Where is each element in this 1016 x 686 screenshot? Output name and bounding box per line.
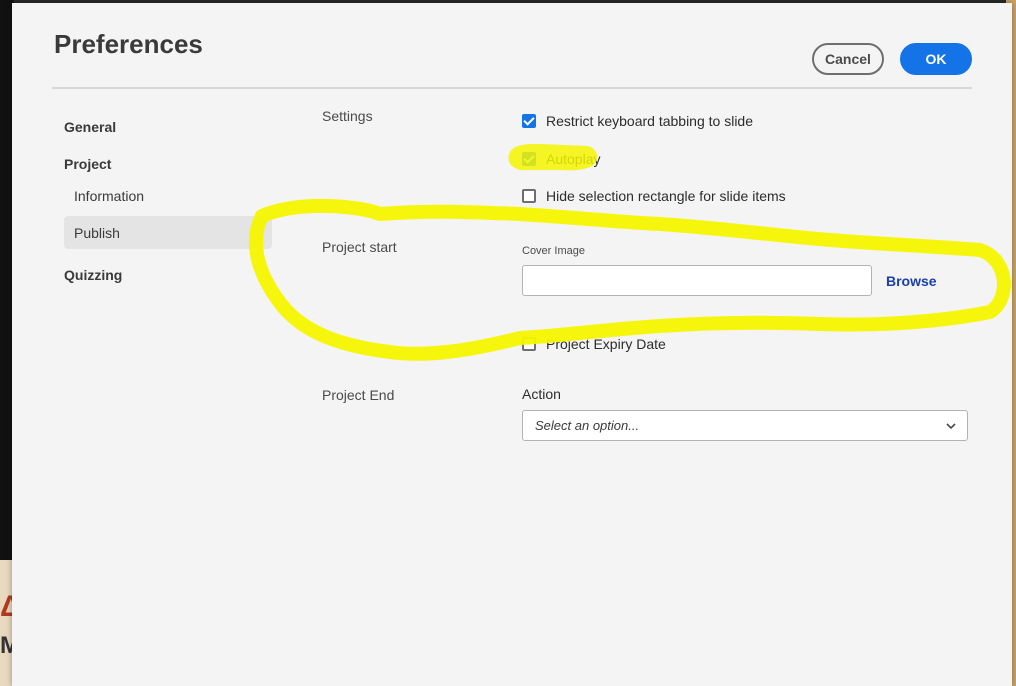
sidebar-item-information[interactable]: Information [74, 188, 144, 204]
expiry-label: Project Expiry Date [546, 336, 666, 352]
action-select[interactable]: Select an option... [522, 410, 968, 441]
ok-button[interactable]: OK [900, 43, 972, 75]
sidebar-item-label: Publish [74, 225, 120, 241]
autoplay-checkbox-row[interactable]: Autoplay [522, 151, 600, 167]
cover-image-input[interactable] [522, 265, 872, 296]
hide-selection-checkbox-row[interactable]: Hide selection rectangle for slide items [522, 188, 786, 204]
restrict-tabbing-label: Restrict keyboard tabbing to slide [546, 113, 753, 129]
restrict-tabbing-checkbox[interactable] [522, 114, 536, 128]
restrict-tabbing-checkbox-row[interactable]: Restrict keyboard tabbing to slide [522, 113, 753, 129]
browse-button[interactable]: Browse [886, 273, 937, 289]
sidebar-item-project[interactable]: Project [64, 156, 111, 172]
autoplay-label: Autoplay [546, 151, 601, 167]
preferences-dialog: Preferences Cancel OK General Project In… [12, 3, 1012, 686]
expiry-checkbox[interactable] [522, 337, 536, 351]
section-label-project-end: Project End [322, 387, 395, 403]
section-label-settings: Settings [322, 108, 373, 124]
sidebar-item-general[interactable]: General [64, 119, 116, 135]
action-select-value: Select an option... [535, 418, 640, 433]
header-divider [52, 87, 972, 89]
sidebar-item-publish[interactable]: Publish [64, 216, 272, 249]
chevron-down-icon [946, 423, 956, 430]
hide-selection-label: Hide selection rectangle for slide items [546, 188, 786, 204]
dialog-title: Preferences [54, 29, 203, 59]
cancel-button[interactable]: Cancel [812, 43, 884, 75]
action-label: Action [522, 386, 561, 402]
expiry-checkbox-row[interactable]: Project Expiry Date [522, 336, 666, 352]
section-label-project-start: Project start [322, 239, 397, 255]
autoplay-checkbox[interactable] [522, 152, 536, 166]
hide-selection-checkbox[interactable] [522, 189, 536, 203]
cover-image-label: Cover Image [522, 245, 585, 257]
sidebar-item-quizzing[interactable]: Quizzing [64, 267, 122, 283]
